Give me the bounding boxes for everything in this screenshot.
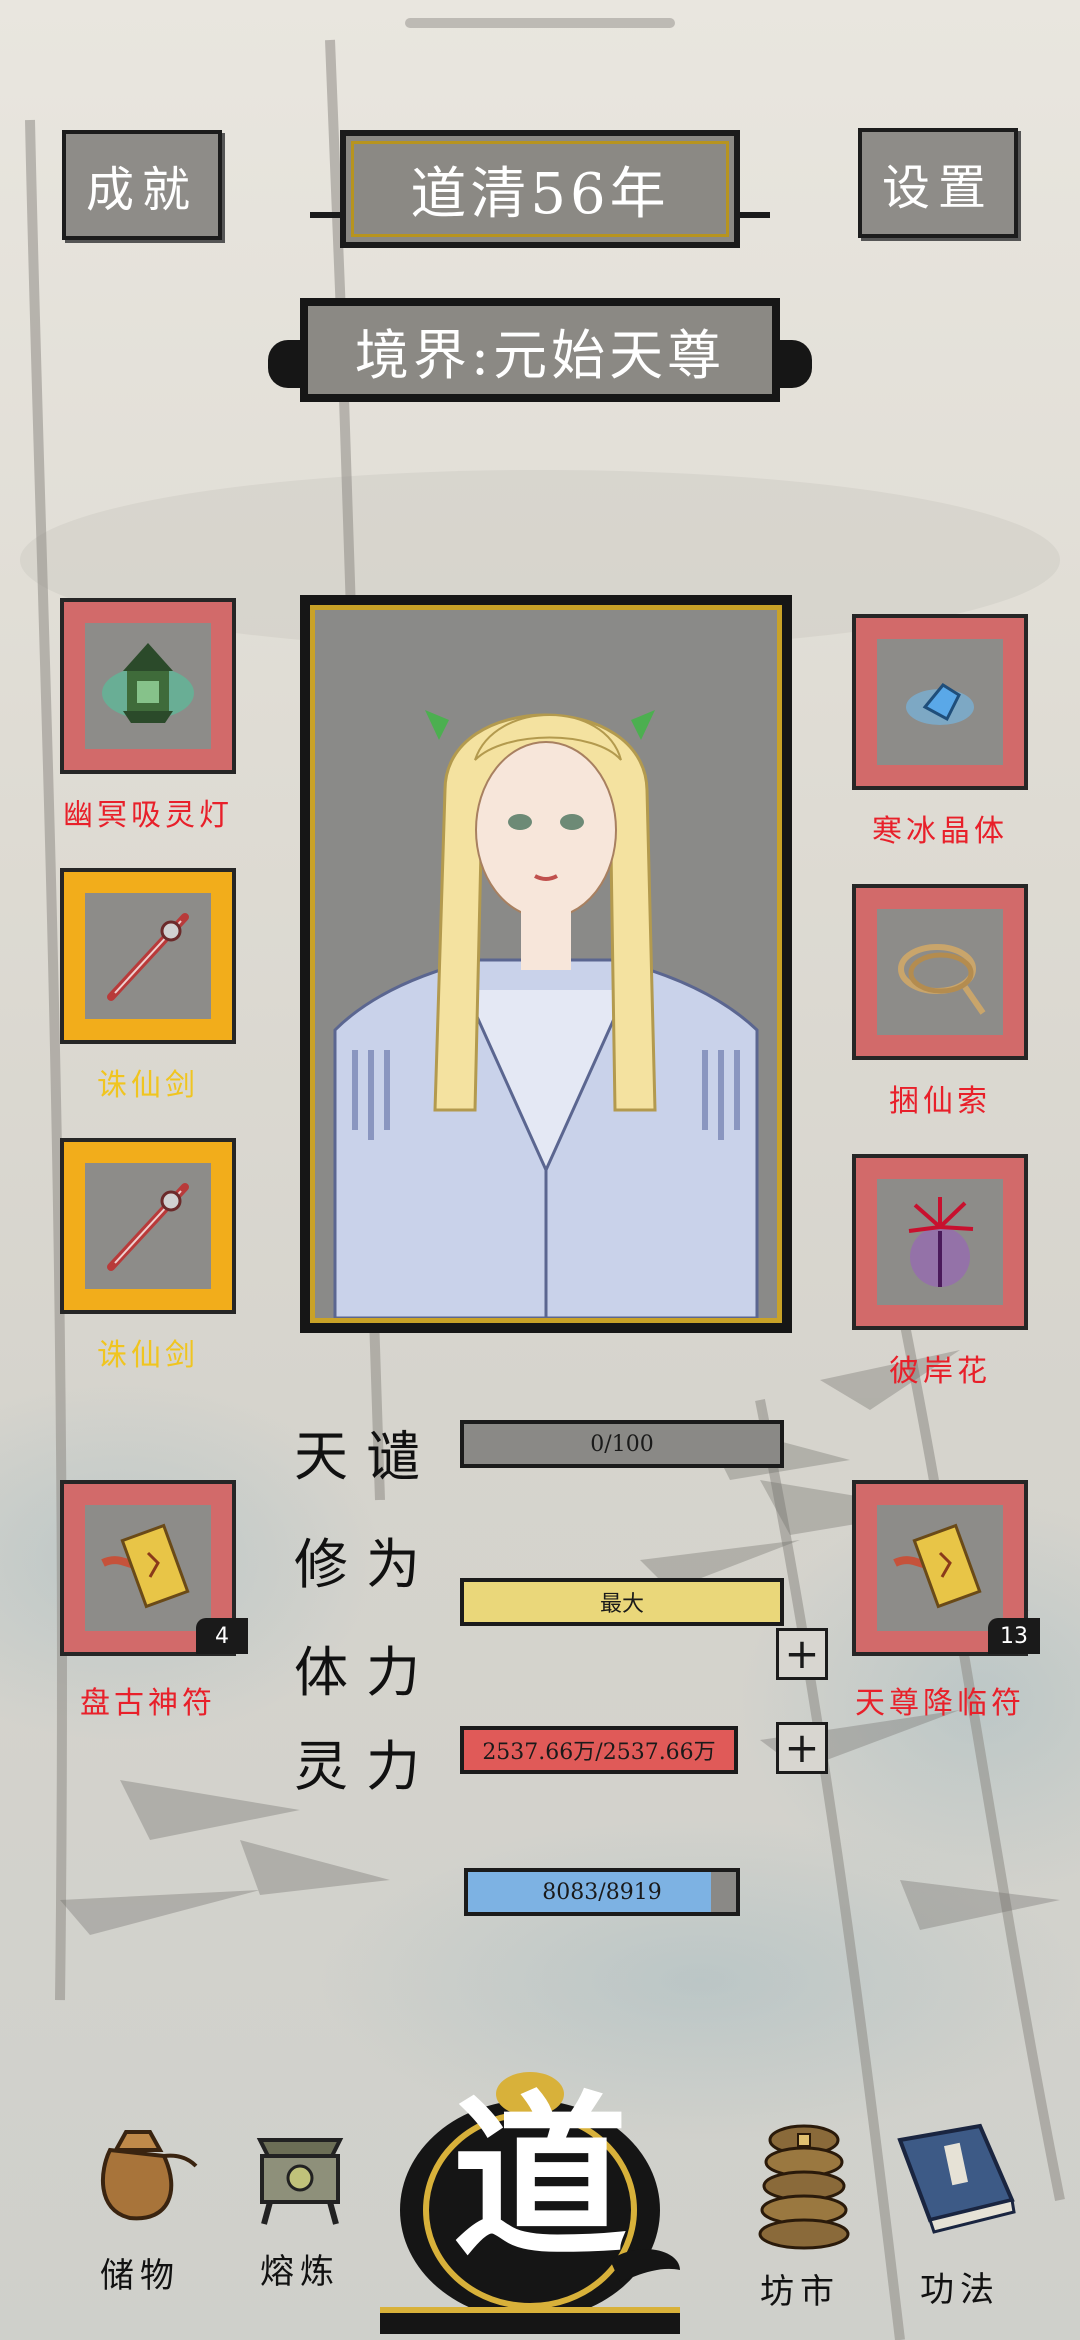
item-slot-left-1[interactable] — [60, 598, 236, 774]
nav-storage-button[interactable] — [80, 2110, 200, 2230]
nav-skills-button[interactable] — [890, 2120, 1020, 2250]
nav-storage-label: 储物 — [100, 2256, 180, 2296]
item-label-left-3: 诛仙剑 — [97, 1338, 199, 1373]
item-label-right-2: 捆仙索 — [889, 1084, 991, 1119]
nav-market-button[interactable] — [750, 2110, 860, 2260]
rope-icon — [877, 909, 1003, 1035]
item-slot-left-3[interactable] — [60, 1138, 236, 1314]
item-label-left-1: 幽冥吸灵灯 — [63, 798, 233, 833]
stat-label-heavenly-punishment: 天谴 — [294, 1425, 438, 1488]
item-count-badge-right-4: 13 — [988, 1618, 1040, 1654]
talisman-icon — [85, 1505, 211, 1631]
ice-crystal-icon — [877, 639, 1003, 765]
sword-icon — [85, 1163, 211, 1289]
nav-skills-label: 功法 — [920, 2270, 1000, 2310]
cultivation-bar: 最大 — [460, 1578, 784, 1626]
cultivation-bar-text: 最大 — [599, 1592, 644, 1617]
item-label-left-4: 盘古神符 — [80, 1686, 216, 1721]
coins-icon — [758, 2124, 850, 2250]
stat-label-stamina: 体力 — [294, 1641, 438, 1704]
year-title: 道清56年 — [410, 161, 670, 227]
talisman-icon — [877, 1505, 1003, 1631]
spirit-plus-button[interactable]: + — [776, 1722, 828, 1774]
nav-smelt-button[interactable] — [240, 2120, 360, 2240]
cauldron-icon — [256, 2138, 344, 2225]
sword-icon — [85, 893, 211, 1019]
character-figure — [333, 710, 759, 1318]
stat-label-spirit: 灵力 — [294, 1735, 438, 1798]
nav-smelt-label: 熔炼 — [260, 2252, 340, 2292]
home-indicator — [405, 18, 675, 28]
item-slot-right-3[interactable] — [852, 1154, 1028, 1330]
achievements-label: 成就 — [85, 162, 198, 218]
stamina-bar: 2537.66万/2537.66万 — [460, 1726, 738, 1774]
stat-label-cultivation: 修为 — [294, 1533, 438, 1596]
flower-icon — [877, 1179, 1003, 1305]
item-label-right-4: 天尊降临符 — [855, 1686, 1025, 1721]
realm-title: 境界:元始天尊 — [354, 323, 726, 387]
item-label-left-2: 诛仙剑 — [97, 1068, 199, 1103]
character-portrait — [310, 605, 782, 1323]
realm-plate: 境界:元始天尊 — [300, 298, 780, 402]
nav-market-label: 坊市 — [760, 2272, 840, 2312]
year-title-plate: 道清56年 — [340, 130, 740, 248]
heavenly-punishment-bar-text: 0/100 — [590, 1431, 654, 1457]
spirit-bar-text: 8083/8919 — [542, 1879, 662, 1905]
item-slot-left-2[interactable] — [60, 868, 236, 1044]
item-slot-right-1[interactable] — [852, 614, 1028, 790]
stamina-plus-button[interactable]: + — [776, 1628, 828, 1680]
stamina-bar-text: 2537.66万/2537.66万 — [482, 1740, 716, 1765]
item-count-badge-left-4: 4 — [196, 1618, 248, 1654]
spirit-bar: 8083/8919 — [464, 1868, 740, 1916]
heavenly-punishment-bar: 0/100 — [460, 1420, 784, 1468]
item-slot-right-2[interactable] — [852, 884, 1028, 1060]
item-label-right-3: 彼岸花 — [889, 1354, 991, 1389]
item-label-right-1: 寒冰晶体 — [872, 814, 1008, 849]
pouch-icon — [100, 2130, 198, 2221]
lantern-icon — [85, 623, 211, 749]
book-icon — [897, 2123, 1016, 2234]
settings-button[interactable]: 设置 — [858, 128, 1018, 238]
nav-dao-button[interactable]: 道 — [440, 2090, 640, 2266]
achievements-button[interactable]: 成就 — [62, 130, 222, 240]
settings-label: 设置 — [881, 160, 994, 216]
character-portrait-frame — [300, 595, 792, 1333]
